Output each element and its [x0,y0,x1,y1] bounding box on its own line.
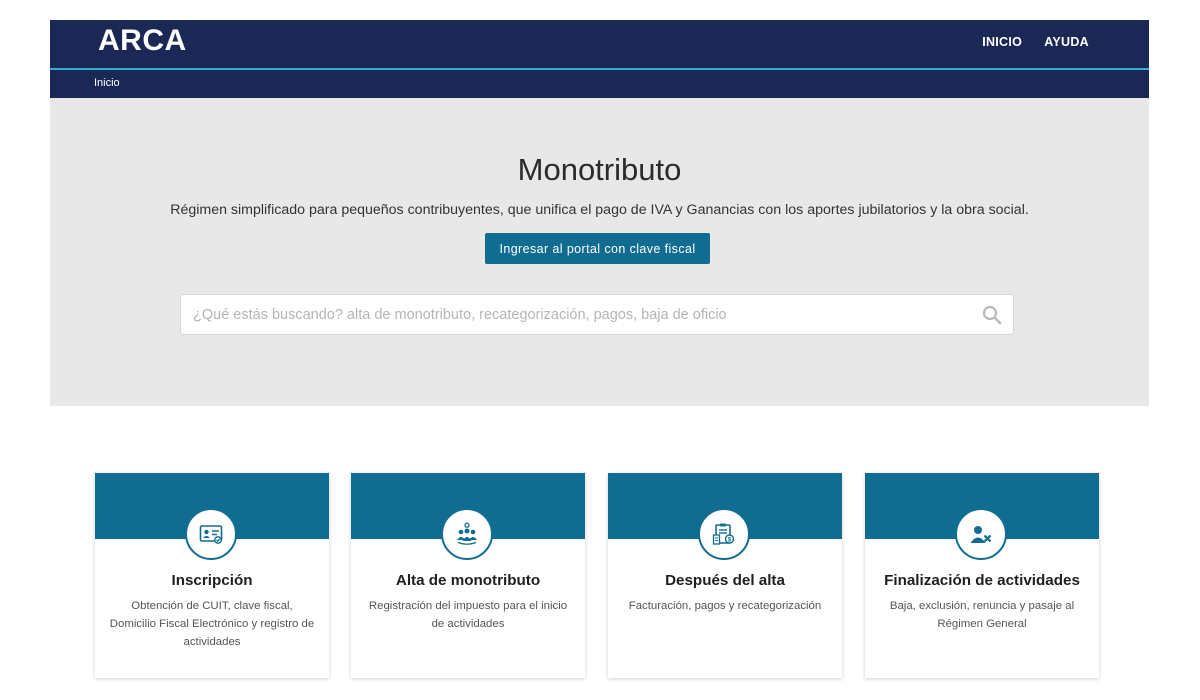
card-icon-circle: $ [698,508,750,560]
card-description: Obtención de CUIT, clave fiscal, Domicil… [109,600,315,648]
breadcrumb-inicio[interactable]: Inicio [94,77,120,89]
hero-section: Monotributo Régimen simplificado para pe… [50,98,1149,406]
search-box [180,294,1014,335]
portal-login-button[interactable]: Ingresar al portal con clave fiscal [485,233,710,264]
invoice-icon: $ [712,523,735,545]
card-alta-monotributo[interactable]: Alta de monotributo Registración del imp… [351,473,585,678]
card-title: Inscripción [171,572,253,589]
card-finalizacion-actividades[interactable]: Finalización de actividades Baja, exclus… [865,473,1099,678]
people-icon [457,522,477,545]
nav-inicio[interactable]: INICIO [982,35,1022,49]
card-description: Registración del impuesto para el inicio… [368,600,568,630]
card-title: Alta de monotributo [395,572,541,589]
card-description: Baja, exclusión, renuncia y pasaje al Ré… [889,600,1075,630]
card-inscripcion[interactable]: Inscripción Obtención de CUIT, clave fis… [95,473,329,678]
card-description: Facturación, pagos y recategorización [628,600,822,612]
breadcrumb-bar: Inicio [50,70,1149,98]
page-subtitle: Régimen simplificado para pequeños contr… [170,202,1029,218]
nav-ayuda[interactable]: AYUDA [1044,35,1089,49]
user-remove-icon [970,526,992,543]
card-despues-del-alta[interactable]: $ Después del alta Facturación, pagos y … [608,473,842,678]
id-card-icon [199,525,223,544]
search-input[interactable] [193,295,973,334]
top-navbar: ARCA INICIO AYUDA [50,20,1149,70]
main-nav: INICIO AYUDA [982,35,1089,49]
arca-logo[interactable]: ARCA [98,24,187,58]
card-title: Finalización de actividades [884,572,1080,589]
search-icon[interactable] [982,305,1002,325]
card-title: Después del alta [665,572,785,589]
page-title: Monotributo [517,152,682,187]
card-icon-circle [955,508,1007,560]
card-icon-circle [185,508,237,560]
card-icon-circle [441,508,493,560]
